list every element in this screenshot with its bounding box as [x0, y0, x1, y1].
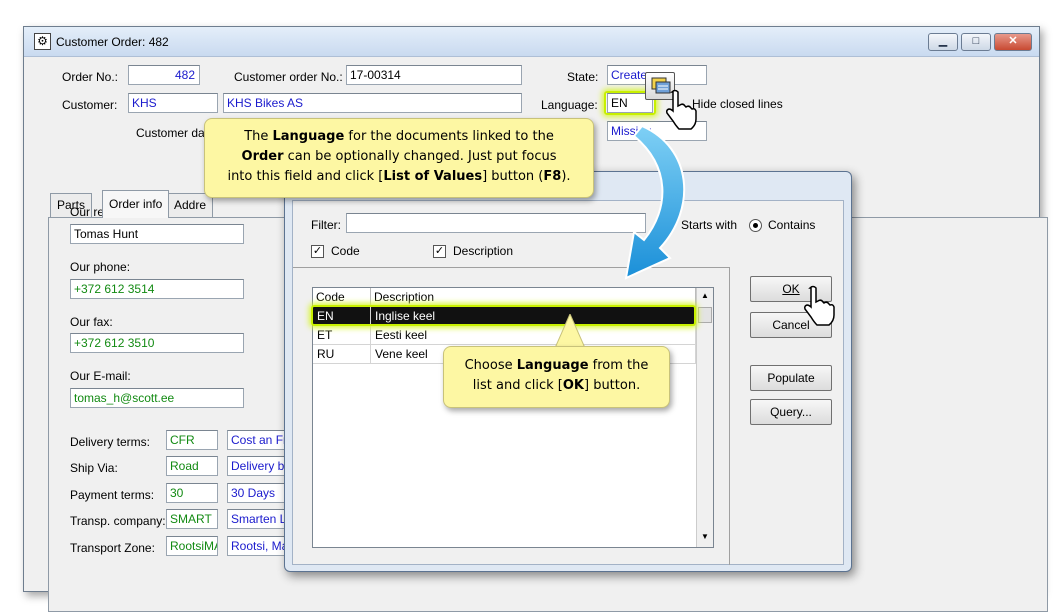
transp-company-label: Transp. company:	[70, 514, 166, 528]
values-list[interactable]: Code Description EN Inglise keel ET Eest…	[312, 287, 714, 548]
customer-order-no-field[interactable]: 17-00314	[346, 65, 522, 85]
callout-text: The	[244, 129, 273, 144]
window-title: Customer Order: 482	[56, 35, 169, 49]
language-hint-callout: The Language for the documents linked to…	[204, 118, 594, 198]
scroll-up-icon[interactable]: ▲	[701, 291, 709, 300]
divider	[729, 267, 730, 565]
hand-cursor-icon	[804, 285, 835, 326]
delivery-terms-desc-field: Cost an Fr	[227, 430, 287, 450]
state-label: State:	[567, 70, 599, 84]
callout-bold-order: Order	[241, 149, 284, 164]
payment-terms-desc-field: 30 Days	[227, 483, 287, 503]
customer-date-label: Customer dat	[136, 126, 209, 140]
code-checkbox[interactable]: ✓	[311, 245, 324, 258]
callout-text: ] button.	[583, 378, 641, 393]
list-row-description[interactable]: Eesti keel	[371, 326, 696, 345]
transport-zone-desc-field: Rootsi, Ma	[227, 536, 287, 556]
delivery-terms-label: Delivery terms:	[70, 435, 151, 449]
our-phone-field[interactable]: +372 612 3514	[70, 279, 244, 299]
our-email-label: Our E-mail:	[70, 369, 131, 383]
callout-bold-language: Language	[516, 358, 589, 373]
callout-pointer	[555, 314, 585, 348]
callout-text: can be optionally changed. Just put focu…	[283, 149, 557, 164]
our-fax-label: Our fax:	[70, 315, 113, 329]
query-button[interactable]: Query...	[750, 399, 832, 425]
ship-via-label: Ship Via:	[70, 461, 118, 475]
callout-text: Choose	[464, 358, 517, 373]
code-checkbox-label: Code	[331, 244, 360, 258]
order-no-field[interactable]: 482	[128, 65, 200, 85]
filter-input[interactable]	[346, 213, 646, 233]
list-row-code[interactable]: ET	[313, 326, 371, 345]
callout-bold-ok: OK	[562, 378, 584, 393]
delivery-terms-code-field[interactable]: CFR	[166, 430, 218, 450]
choose-language-callout: Choose Language from the list and click …	[443, 346, 670, 408]
tab-order-info[interactable]: Order info	[102, 190, 170, 218]
our-reference-field[interactable]: Tomas Hunt	[70, 224, 244, 244]
payment-terms-label: Payment terms:	[70, 488, 155, 502]
our-email-field[interactable]: tomas_h@scott.ee	[70, 388, 244, 408]
callout-text: for the documents linked to the	[344, 129, 554, 144]
hide-closed-lines-label[interactable]: Hide closed lines	[692, 97, 783, 111]
payment-terms-code-field[interactable]: 30	[166, 483, 218, 503]
customer-code-field[interactable]: KHS	[128, 93, 218, 113]
customer-label: Customer:	[62, 98, 118, 112]
ship-via-code-field[interactable]: Road	[166, 456, 218, 476]
callout-bold-f8: F8	[543, 169, 562, 184]
order-no-label: Order No.:	[62, 70, 119, 84]
contains-label[interactable]: Contains	[768, 218, 815, 232]
list-scrollbar[interactable]: ▲ ▼	[696, 288, 713, 547]
our-phone-label: Our phone:	[70, 260, 131, 274]
title-bar[interactable]: ⚙ Customer Order: 482 ▁ □ ✕	[24, 27, 1039, 57]
callout-text: into this field and click [	[227, 169, 384, 184]
filter-label: Filter:	[311, 218, 341, 232]
selected-row-highlight	[311, 305, 696, 326]
callout-text: ] button (	[482, 169, 544, 184]
description-checkbox-label: Description	[453, 244, 514, 258]
our-fax-field[interactable]: +372 612 3510	[70, 333, 244, 353]
tab-address[interactable]: Addre	[167, 193, 214, 217]
contains-radio[interactable]	[749, 219, 762, 232]
transp-company-code-field[interactable]: SMART	[166, 509, 218, 529]
callout-bold-lov: List of Values	[383, 169, 483, 184]
transport-zone-code-field[interactable]: RootsiMA	[166, 536, 218, 556]
close-button[interactable]: ✕	[994, 33, 1032, 51]
transport-zone-label: Transport Zone:	[70, 541, 155, 555]
ship-via-desc-field: Delivery by	[227, 456, 287, 476]
scroll-thumb[interactable]	[698, 307, 712, 323]
callout-text: ).	[561, 169, 571, 184]
transp-company-desc-field: Smarten L	[227, 509, 287, 529]
callout-text: from the	[588, 358, 649, 373]
hand-cursor-icon	[666, 89, 697, 130]
populate-button[interactable]: Populate	[750, 365, 832, 391]
guide-arrow-icon	[624, 124, 686, 280]
ok-button-label: OK	[782, 282, 800, 296]
description-checkbox[interactable]: ✓	[433, 245, 446, 258]
app-icon: ⚙	[34, 33, 51, 50]
callout-text: list and click [	[472, 378, 563, 393]
customer-name-field: KHS Bikes AS	[223, 93, 522, 113]
scroll-down-icon[interactable]: ▼	[701, 532, 709, 541]
maximize-button[interactable]: □	[961, 33, 991, 51]
minimize-button[interactable]: ▁	[928, 33, 958, 51]
customer-order-no-label: Customer order No.:	[234, 70, 343, 84]
language-label: Language:	[541, 98, 598, 112]
callout-bold-language: Language	[272, 129, 345, 144]
list-row-code[interactable]: RU	[313, 345, 371, 364]
